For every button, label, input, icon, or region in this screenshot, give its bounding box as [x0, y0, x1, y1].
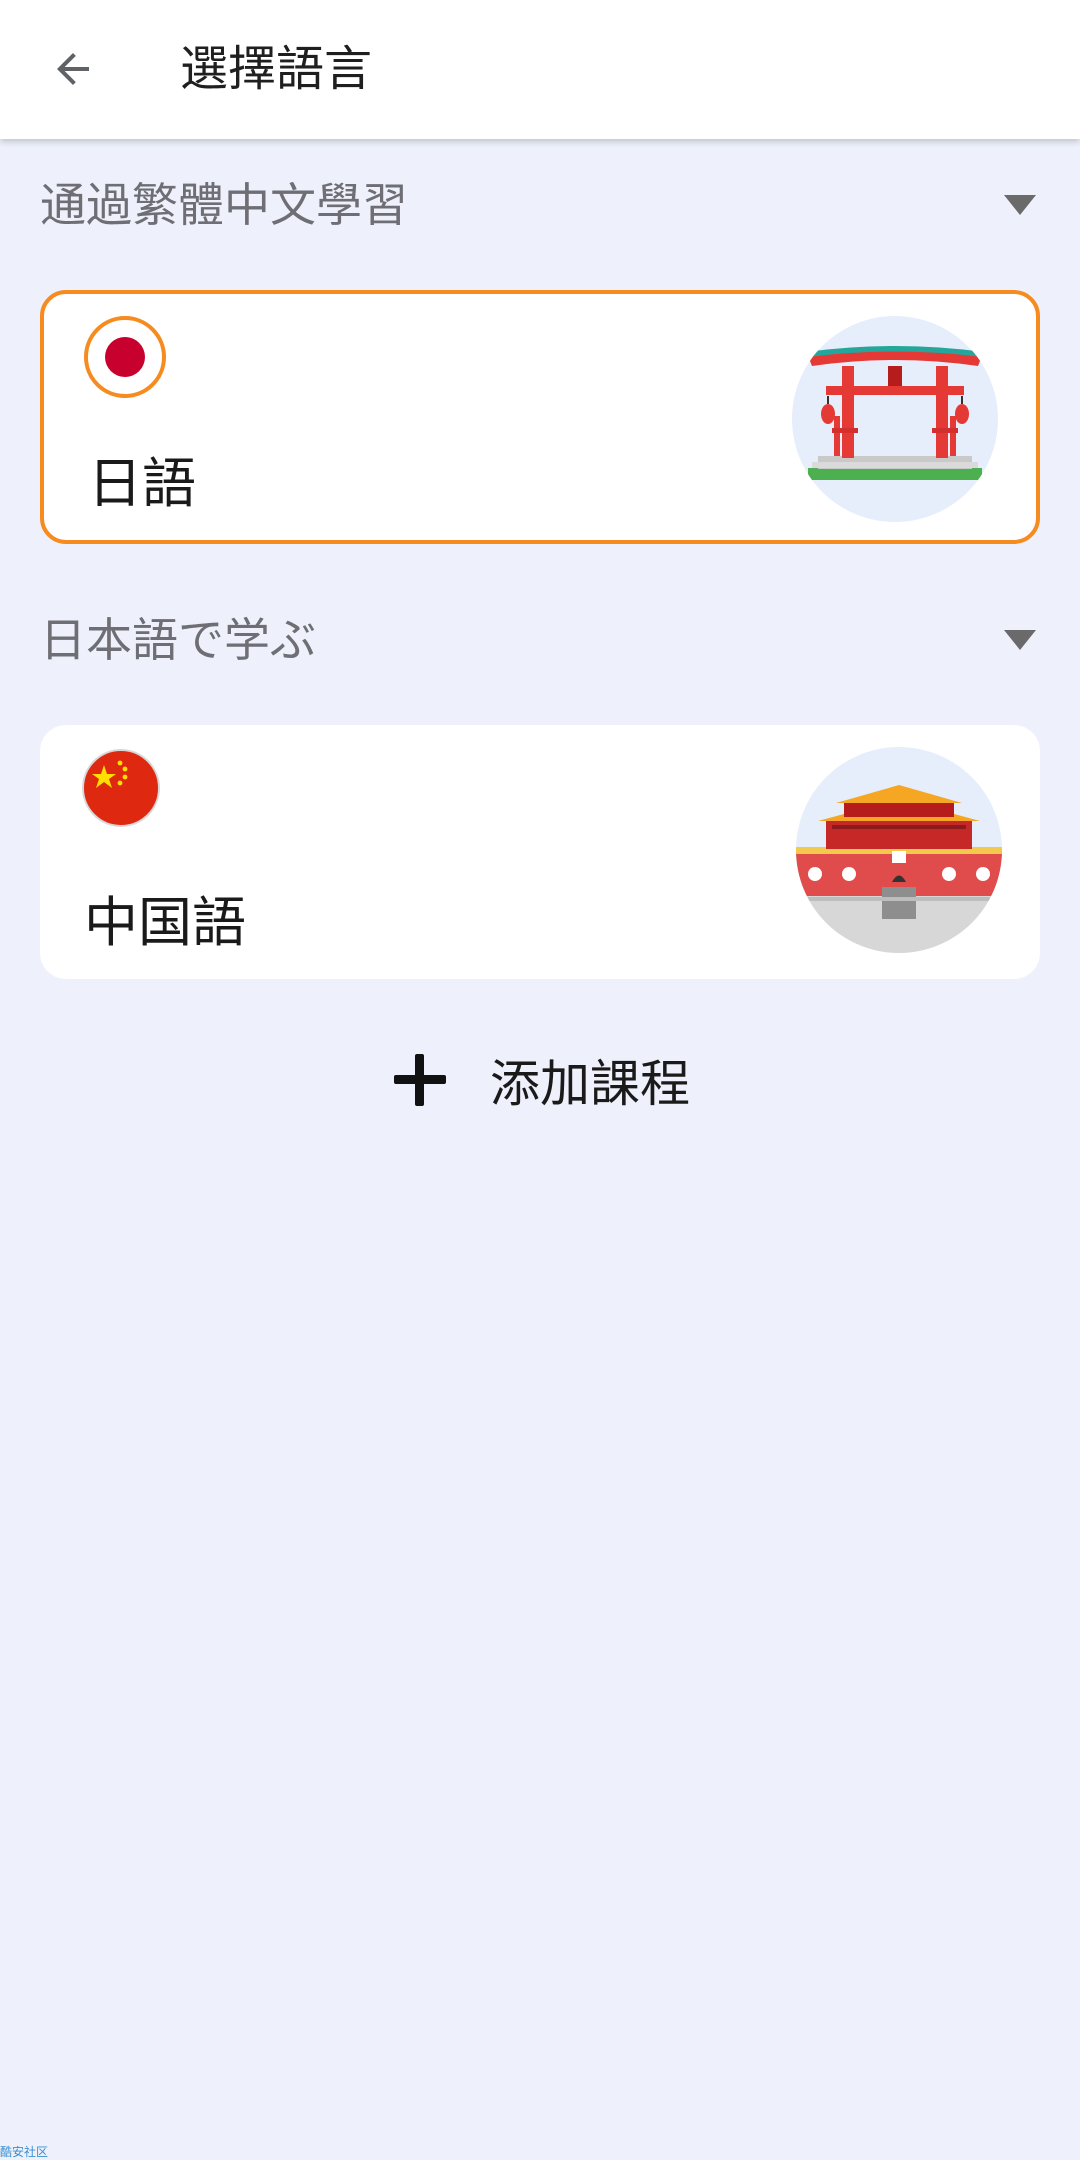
torii-gate-illustration [792, 316, 998, 522]
japan-flag-icon [84, 316, 166, 398]
course-name: 中国語 [84, 891, 246, 954]
china-flag-icon [80, 747, 162, 829]
add-course-button[interactable]: 添加課程 [390, 1040, 690, 1120]
app-bar: 選擇語言 [0, 0, 1080, 139]
section-header-traditional-chinese[interactable]: 通過繁體中文學習 [40, 165, 1040, 245]
collapse-toggle[interactable] [1000, 187, 1040, 223]
page-title: 選擇語言 [180, 41, 373, 97]
course-name: 日語 [88, 452, 196, 515]
plus-icon [390, 1050, 450, 1110]
tiananmen-gate-illustration [796, 747, 1002, 953]
course-card-chinese[interactable]: 中国語 [40, 725, 1040, 979]
section-title: 日本語で学ぶ [40, 613, 316, 667]
section-header-japanese[interactable]: 日本語で学ぶ [40, 600, 1040, 680]
arrow-left-icon [57, 53, 89, 85]
back-button[interactable] [38, 34, 108, 104]
triangle-down-icon [1004, 630, 1036, 650]
collapse-toggle[interactable] [1000, 622, 1040, 658]
section-title: 通過繁體中文學習 [40, 178, 408, 232]
course-card-japanese[interactable]: 日語 [40, 290, 1040, 544]
watermark: 酷安社区 [0, 2145, 49, 2159]
triangle-down-icon [1004, 195, 1036, 215]
add-course-label: 添加課程 [490, 1055, 690, 1113]
